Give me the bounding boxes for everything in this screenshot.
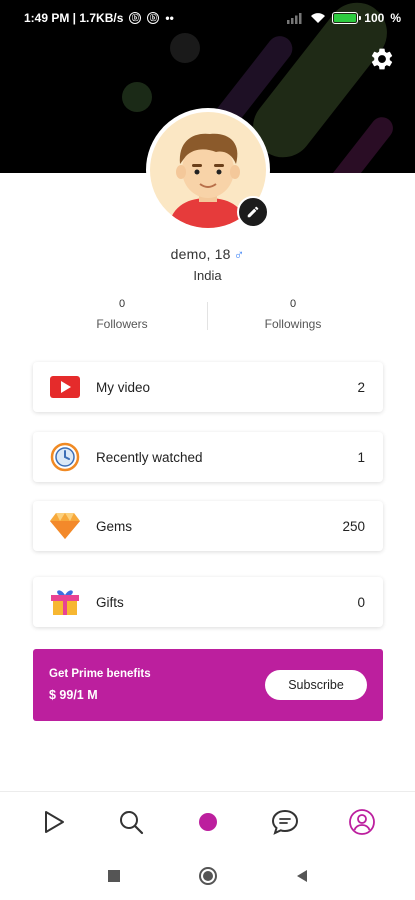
edit-profile-button[interactable]: [237, 196, 269, 228]
my-video-count: 2: [357, 379, 365, 395]
settings-gear-icon[interactable]: [369, 46, 395, 72]
wifi-icon: [311, 13, 326, 23]
followings-stat[interactable]: 0 Followings: [218, 298, 368, 331]
followers-label: Followers: [96, 317, 148, 331]
gem-icon: [49, 510, 81, 542]
play-video-icon: [49, 371, 81, 403]
followers-stat[interactable]: 0 Followers: [47, 298, 197, 331]
prime-price: $ 99/1 M: [49, 688, 98, 702]
chat-icon: [271, 809, 298, 835]
subscribe-button[interactable]: Subscribe: [265, 670, 367, 700]
gems-card[interactable]: Gems 250: [33, 501, 383, 551]
back-button[interactable]: [290, 864, 314, 888]
nav-play[interactable]: [34, 802, 74, 842]
gifts-card[interactable]: Gifts 0: [33, 577, 383, 627]
gems-label: Gems: [96, 518, 133, 534]
pencil-icon: [247, 206, 259, 218]
gift-icon: [49, 586, 81, 618]
recently-watched-card[interactable]: Recently watched 1: [33, 432, 383, 482]
followings-count: 0: [289, 298, 297, 310]
name-age: demo, 18: [170, 246, 231, 262]
back-triangle-icon: [296, 869, 307, 882]
battery-icon: [332, 12, 362, 24]
header-decoration: [170, 33, 200, 63]
followers-count: 0: [118, 298, 126, 310]
header-decoration: [122, 82, 152, 112]
home-circle-icon: [198, 866, 217, 885]
battery-percent-sign: %: [390, 11, 401, 25]
recently-watched-count: 1: [357, 449, 365, 465]
followings-label: Followings: [264, 317, 322, 331]
profile-icon: [348, 808, 375, 835]
male-gender-icon: ♂: [233, 246, 245, 262]
signal-icon: [287, 13, 302, 24]
notification-icon: ⓑ: [147, 12, 160, 24]
gifts-count: 0: [357, 594, 365, 610]
status-time: 1:49 PM | 1.7KB/s: [24, 11, 124, 25]
header-decoration: [324, 112, 398, 173]
my-video-card[interactable]: My video 2: [33, 362, 383, 412]
search-icon: [119, 810, 143, 834]
system-nav-bar: [0, 851, 415, 900]
home-button[interactable]: [196, 864, 220, 888]
prime-banner: Get Prime benefits $ 99/1 M Subscribe: [33, 649, 383, 721]
more-notifications-icon: ••: [165, 11, 174, 25]
status-bar: 1:49 PM | 1.7KB/s ⓑ ⓑ •• 100%: [0, 0, 415, 36]
notification-icon: ⓑ: [129, 12, 142, 24]
gems-count: 250: [342, 518, 365, 534]
profile-country: India: [193, 268, 222, 283]
recently-watched-label: Recently watched: [96, 449, 203, 465]
my-video-label: My video: [96, 379, 151, 395]
bottom-nav: [0, 791, 415, 851]
profile-name: demo, 18 ♂: [0, 246, 415, 262]
nav-home[interactable]: [188, 802, 228, 842]
play-icon: [44, 810, 64, 833]
recents-square-icon: [107, 869, 120, 882]
nav-chat[interactable]: [265, 802, 305, 842]
nav-profile[interactable]: [342, 802, 382, 842]
prime-title: Get Prime benefits: [49, 668, 151, 680]
battery-level: 100: [364, 11, 385, 25]
recents-button[interactable]: [102, 864, 126, 888]
stats-divider: [207, 302, 208, 330]
history-clock-icon: [49, 441, 81, 473]
nav-search[interactable]: [111, 802, 151, 842]
home-dot-icon: [198, 812, 217, 831]
gifts-label: Gifts: [96, 594, 124, 610]
prime-text: Get Prime benefits $ 99/1 M: [49, 668, 151, 702]
